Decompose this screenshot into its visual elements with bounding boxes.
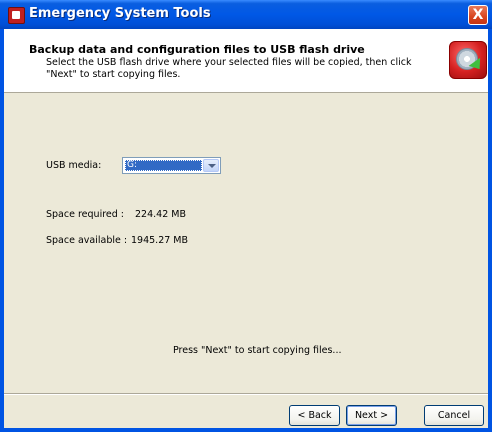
close-button[interactable]: X (468, 5, 488, 25)
usb-media-select[interactable]: G: (122, 157, 221, 174)
space-required-label: Space required : (46, 209, 124, 220)
header-title: Backup data and configuration files to U… (29, 43, 365, 56)
space-available-label: Space available : (46, 235, 128, 246)
space-required-value: 224.42 MB (135, 209, 186, 220)
space-available-value: 1945.27 MB (131, 235, 189, 246)
usb-backup-icon (449, 41, 487, 79)
back-button[interactable]: < Back (289, 405, 340, 426)
header-subtitle: Select the USB flash drive where your se… (46, 57, 412, 80)
usb-media-label: USB media: (46, 160, 102, 171)
chevron-down-icon[interactable] (203, 159, 219, 172)
dialog-window: Emergency System Tools X Backup data and… (0, 0, 492, 432)
instruction-text: Press "Next" to start copying files... (173, 345, 342, 356)
app-icon (8, 7, 25, 24)
window-title: Emergency System Tools (29, 6, 211, 21)
cancel-button[interactable]: Cancel (424, 405, 484, 426)
usb-media-value[interactable]: G: (125, 160, 202, 171)
next-button[interactable]: Next > (346, 405, 397, 426)
title-bar[interactable]: Emergency System Tools X (0, 0, 492, 29)
wizard-header: Backup data and configuration files to U… (4, 29, 488, 93)
footer-divider (4, 393, 488, 395)
